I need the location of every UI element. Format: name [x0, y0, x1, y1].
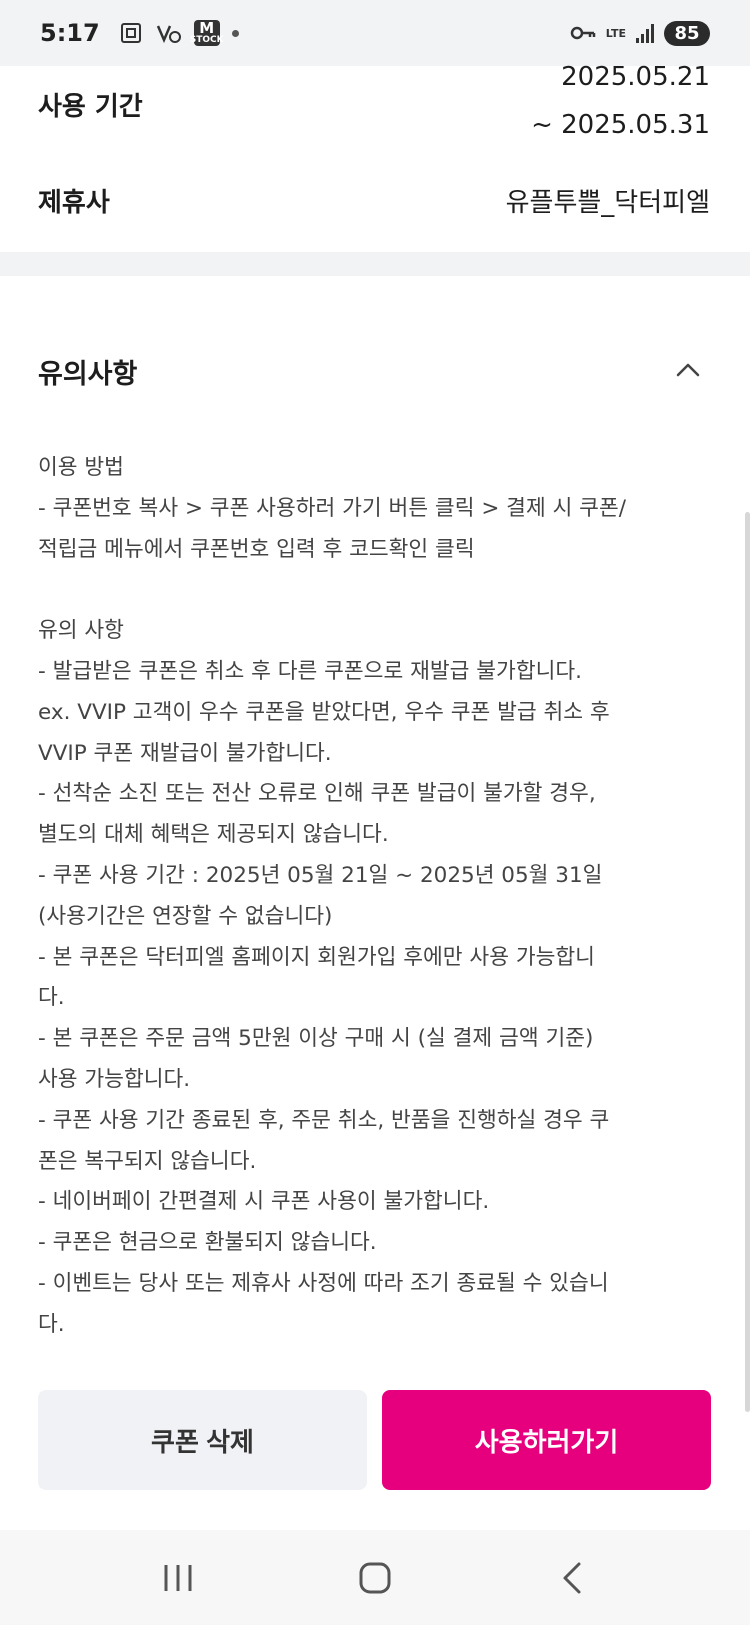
screenshot-icon [118, 21, 144, 45]
volte-icon [156, 21, 182, 45]
coupon-info-section: 사용 기간 2025.05.21 ~ 2025.05.31 제휴사 유플투쁠_닥… [0, 62, 750, 252]
period-label: 사용 기간 [38, 92, 143, 122]
battery-indicator: 85 [664, 20, 710, 46]
system-navigation-bar [0, 1530, 750, 1625]
section-divider [0, 252, 750, 276]
delete-coupon-button[interactable]: 쿠폰 삭제 [38, 1390, 367, 1490]
status-bar: 5:17 M STOCK LTE 85 [0, 0, 750, 66]
more-notifications-dot [231, 29, 239, 37]
scrollbar[interactable] [745, 512, 750, 1412]
notice-title: 유의사항 [38, 359, 138, 390]
back-icon[interactable] [542, 1548, 602, 1608]
period-end: ~ 2025.05.31 [531, 110, 710, 140]
signal-icon [636, 23, 654, 43]
stock-app-icon: M STOCK [189, 19, 224, 46]
key-icon [570, 21, 596, 45]
lte-indicator: LTE [605, 26, 626, 40]
home-icon[interactable] [345, 1548, 405, 1608]
use-coupon-button[interactable]: 사용하러가기 [382, 1390, 711, 1490]
period-start: 2025.05.21 [561, 62, 710, 92]
chevron-up-icon[interactable] [676, 358, 700, 382]
status-system-icons: LTE 85 [570, 20, 710, 46]
recent-apps-icon[interactable] [148, 1548, 208, 1608]
partner-label: 제휴사 [38, 188, 110, 218]
status-notification-icons: M STOCK [118, 20, 239, 46]
notice-body-text: 이용 방법 - 쿠폰번호 복사 > 쿠폰 사용하러 가기 버튼 클릭 > 결제 … [38, 455, 626, 1337]
partner-value: 유플투쁠_닥터피엘 [505, 188, 710, 218]
status-time: 5:17 [40, 19, 100, 47]
